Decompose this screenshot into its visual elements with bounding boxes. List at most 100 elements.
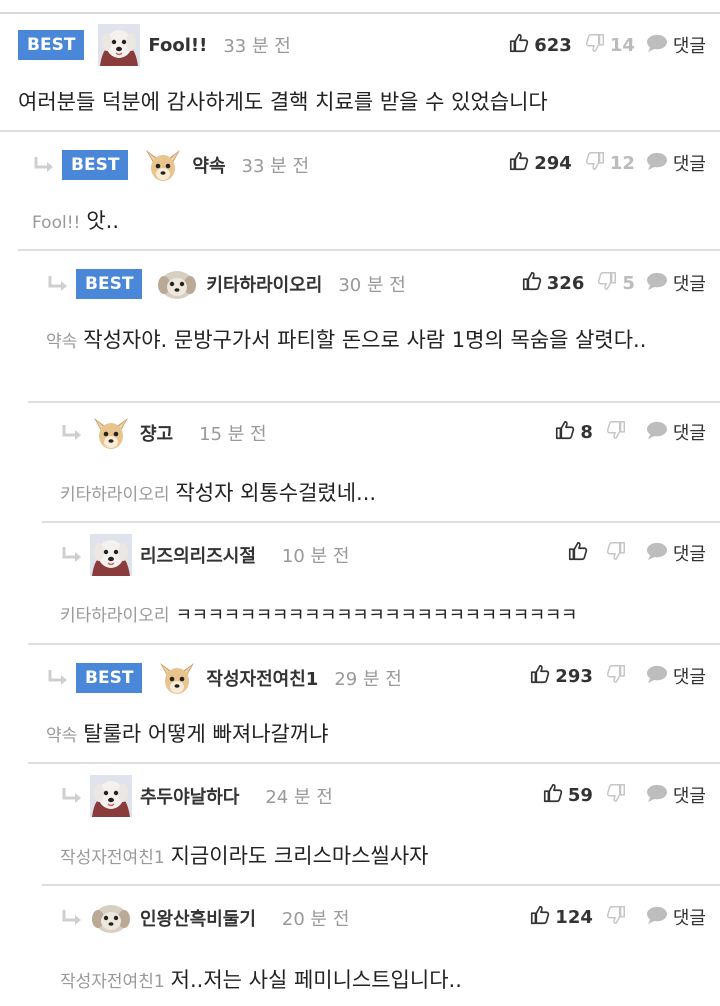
avatar[interactable] [156,657,198,699]
thumbs-down-icon [605,782,631,809]
like-button[interactable]: 326 [521,270,584,297]
author-name[interactable]: Fool!! [148,35,207,56]
reply-button[interactable]: 댓글 [645,904,706,930]
reply-button[interactable]: 댓글 [645,663,706,689]
author-name[interactable]: 작성자전여친1 [206,665,318,691]
avatar[interactable] [90,534,132,576]
like-count: 293 [555,665,593,687]
comment-body: 작성자전여친1 저..저는 사실 페미니스트입니다.. [60,964,700,999]
best-badge: BEST [76,663,143,693]
dislike-button[interactable] [605,904,635,931]
dislike-button[interactable]: 5 [596,270,635,297]
comment-text: ㅋㅋㅋㅋㅋㅋㅋㅋㅋㅋㅋㅋㅋㅋㅋㅋㅋㅋㅋㅋㅋㅋㅋㅋㅋ [175,605,577,626]
like-button[interactable]: 293 [529,663,593,690]
reply-label: 댓글 [672,154,706,175]
speech-bubble-icon [645,783,673,808]
thumbs-up-icon [508,32,534,59]
avatar[interactable] [142,144,184,186]
best-badge: BEST [62,150,129,180]
divider [28,643,720,645]
dislike-button[interactable] [605,663,635,690]
mention[interactable]: 약속 [46,332,77,352]
author-name[interactable]: 인왕산흑비둘기 [140,905,256,931]
thumbs-up-icon [554,419,580,446]
avatar[interactable] [156,263,198,305]
comment-actions: 124 댓글 [529,897,706,937]
author-name[interactable]: 키타하라이오리 [206,271,322,297]
author-name[interactable]: 리즈의리즈시절 [140,542,256,568]
thumbs-up-icon [521,270,547,297]
reply-button[interactable]: 댓글 [645,419,706,445]
author-name[interactable]: 쟝고 [140,420,173,446]
reply-arrow-icon [32,155,56,175]
reply-button[interactable]: 댓글 [645,782,706,808]
like-button[interactable] [567,540,593,567]
avatar[interactable] [98,24,141,66]
like-button[interactable]: 623 [508,32,572,59]
reply-label: 댓글 [672,36,706,57]
reply-label: 댓글 [672,667,706,688]
thumbs-down-icon [605,904,631,931]
thumbs-up-icon [567,540,593,567]
reply-button[interactable]: 댓글 [645,150,706,176]
mention[interactable]: 키타하라이오리 [60,485,169,505]
comment-body: 키타하라이오리 ㅋㅋㅋㅋㅋㅋㅋㅋㅋㅋㅋㅋㅋㅋㅋㅋㅋㅋㅋㅋㅋㅋㅋㅋㅋ [60,598,710,633]
speech-bubble-icon [645,33,673,58]
comment-body: 약속 작성자야. 문방구가서 파티할 돈으로 사람 1명의 목숨을 살렷다.. [46,324,696,359]
timestamp: 15 분 전 [199,424,267,445]
comment-actions: 293 댓글 [529,656,706,696]
like-button[interactable]: 124 [529,904,593,931]
speech-bubble-icon [645,541,673,566]
reply-button[interactable]: 댓글 [645,540,706,566]
comment-actions: 326 5 댓글 [521,263,706,303]
timestamp: 20 분 전 [281,909,350,930]
reply-arrow-icon [46,274,70,294]
like-count: 59 [567,784,593,806]
dislike-button[interactable]: 12 [584,150,635,177]
mention[interactable]: 작성자전여친1 [60,848,165,868]
like-count: 623 [534,34,572,56]
thumbs-up-icon [529,663,555,690]
comment-text: 탈룰라 어떻게 빠져나갈꺼냐 [83,722,329,746]
divider [28,762,720,764]
timestamp: 29 분 전 [334,669,402,690]
thumbs-down-icon [584,32,610,59]
avatar[interactable] [90,897,132,939]
author-name[interactable]: 약속 [192,152,225,178]
comment-body: 키타하라이오리 작성자 외통수걸렸네... [60,477,700,512]
reply-label: 댓글 [672,423,706,444]
author-name[interactable]: 추두야날하다 [140,783,239,809]
reply-arrow-icon [60,423,84,443]
divider [42,884,720,886]
like-button[interactable]: 8 [554,419,593,446]
comment-actions: 8 댓글 [554,412,706,452]
mention[interactable]: 작성자전여친1 [60,972,165,992]
avatar[interactable] [90,412,132,454]
dislike-button[interactable] [605,419,635,446]
reply-label: 댓글 [672,544,706,565]
thumbs-up-icon [508,150,534,177]
speech-bubble-icon [645,271,673,296]
thumbs-down-icon [605,663,631,690]
mention[interactable]: 키타하라이오리 [60,606,169,626]
mention[interactable]: Fool!! [32,213,80,233]
like-button[interactable]: 59 [542,782,593,809]
comment-body: 작성자전여친1 지금이라도 크리스마스씰사자 [60,840,700,875]
mention[interactable]: 약속 [46,726,77,746]
thumbs-up-icon [542,782,568,809]
comment-actions: 댓글 [567,533,706,573]
divider [28,401,720,403]
speech-bubble-icon [645,151,673,176]
dislike-count: 5 [622,272,635,294]
dislike-button[interactable] [605,782,635,809]
thumbs-down-icon [596,270,622,297]
comment-text: 여러분들 덕분에 감사하게도 결핵 치료를 받을 수 있었습니다 [18,90,548,114]
dislike-button[interactable]: 14 [584,32,635,59]
like-button[interactable]: 294 [508,150,572,177]
avatar[interactable] [90,775,132,817]
reply-label: 댓글 [672,786,706,807]
dislike-button[interactable] [605,540,635,567]
reply-button[interactable]: 댓글 [645,32,706,58]
comment-text: 앗.. [86,209,119,233]
reply-button[interactable]: 댓글 [645,270,706,296]
